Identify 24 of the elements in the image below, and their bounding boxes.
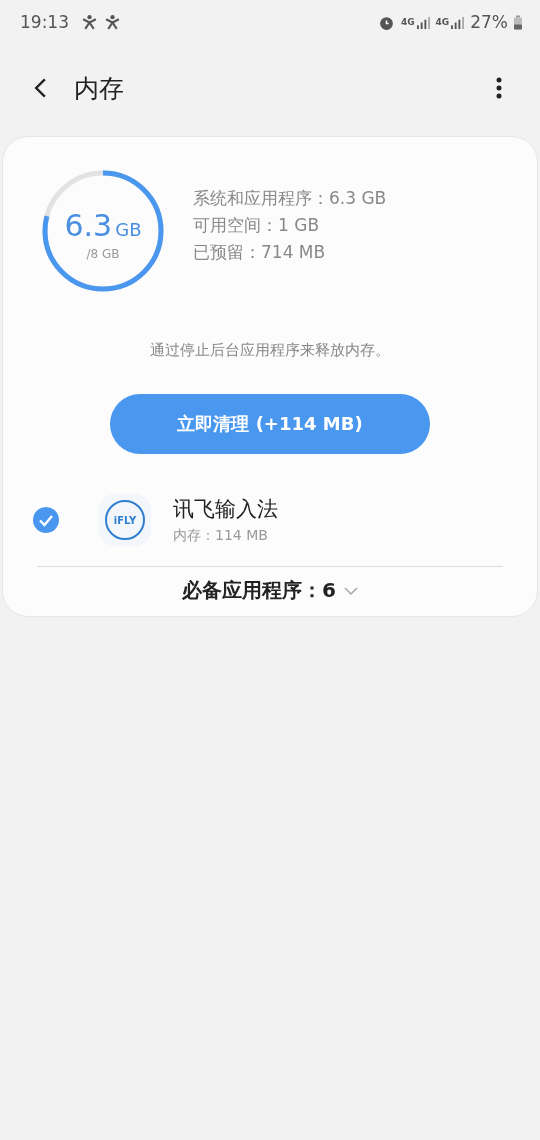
used-unit: GB	[115, 218, 142, 240]
battery-percent: 27%	[470, 12, 508, 32]
signal-icon	[416, 15, 430, 29]
total-value: /8 GB	[86, 246, 120, 261]
battery-icon	[514, 14, 522, 30]
network-label: 4G	[435, 17, 450, 27]
page-title: 内存	[74, 72, 124, 105]
more-options-icon[interactable]	[496, 77, 502, 99]
hint-text: 通过停止后台应用程序来释放内存。	[150, 341, 390, 360]
status-time: 19:13	[20, 12, 69, 32]
app-memory: 内存：114 MB	[173, 527, 269, 545]
person-icon	[104, 13, 121, 31]
network-label: 4G	[400, 17, 415, 27]
used-value: 6.3	[64, 207, 113, 243]
back-icon[interactable]	[34, 77, 47, 99]
app-icon: iFLY	[99, 494, 151, 546]
memory-detail: 系统和应用程序：6.3 GB	[193, 186, 387, 210]
memory-detail: 可用空间：1 GB	[193, 213, 321, 237]
signal-icon	[451, 15, 465, 29]
app-name: 讯飞输入法	[173, 496, 278, 523]
person-icon	[81, 13, 98, 31]
essential-apps-label[interactable]: 必备应用程序：6	[182, 577, 336, 604]
memory-detail: 已预留：714 MB	[193, 240, 327, 264]
checked-checkbox[interactable]	[33, 507, 59, 533]
